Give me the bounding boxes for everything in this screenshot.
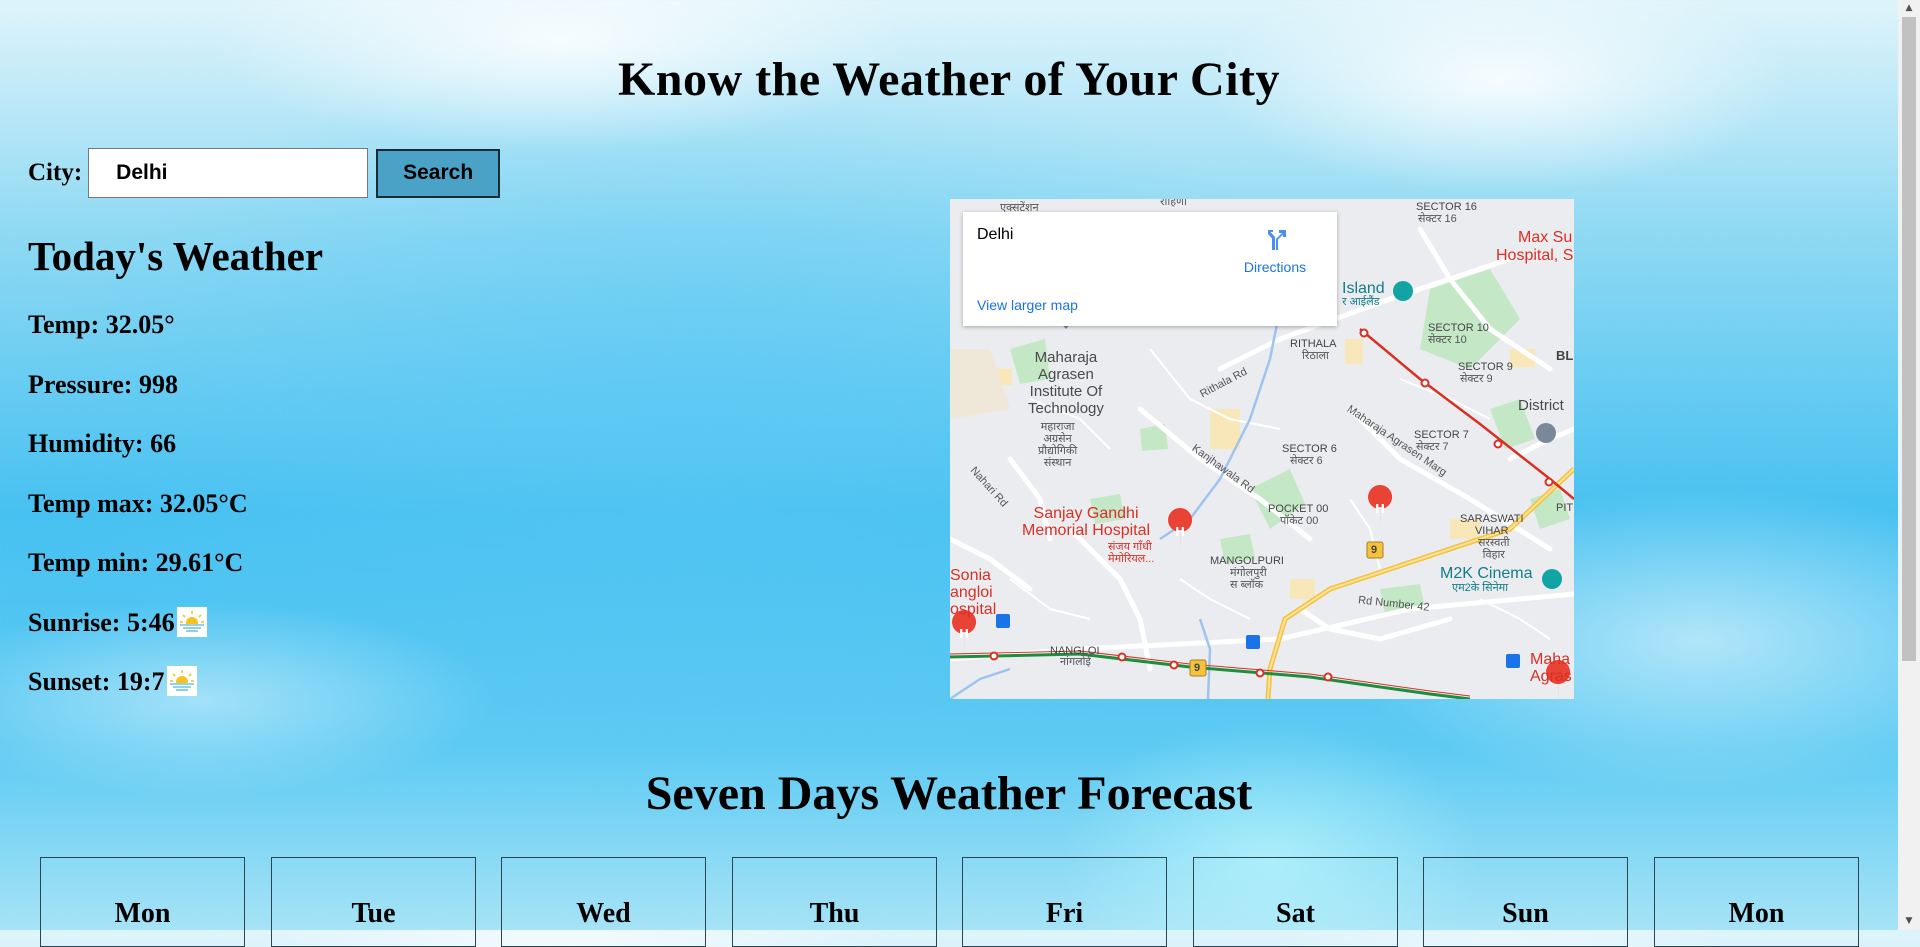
temp-stat: Temp: 32.05° (28, 310, 175, 339)
day-name: Mon (114, 898, 171, 929)
todays-weather-heading: Today's Weather (28, 233, 324, 279)
day-name: Tue (351, 898, 396, 929)
map-label: पॉकेट 00 (1280, 515, 1319, 527)
map-label: District (1518, 397, 1564, 414)
forecast-day-card: Wed (501, 857, 706, 947)
forecast-day-card: Mon (40, 857, 245, 947)
map-label: SECTOR 7 (1414, 429, 1469, 441)
map-label: SECTOR 16 (1416, 201, 1477, 213)
city-label: City: (28, 159, 83, 186)
map-label: रोहिणी (1160, 199, 1187, 208)
map-label: SARASWATI VIHAR (1460, 513, 1524, 537)
scrollbar-thumb[interactable] (1902, 17, 1916, 661)
forecast-day-card: Thu (732, 857, 937, 947)
weather-page: Know the Weather of Your City City: Sear… (0, 0, 1898, 947)
svg-text:H: H (1375, 502, 1385, 516)
vertical-scrollbar[interactable]: ▲ ▼ (1898, 0, 1920, 930)
day-name: Sat (1276, 898, 1315, 929)
sunrise-icon (176, 606, 207, 637)
humidity-stat: Humidity: 66 (28, 429, 177, 458)
map-label: Maharaja Agrasen Institute Of Technology (1028, 349, 1104, 417)
directions-icon (1235, 226, 1315, 257)
map-label: मंगोलपुरी स ब्लॉक (1230, 567, 1267, 591)
map-info-card: Delhi Directions View larger map (963, 212, 1337, 326)
sunset-row: Sunset: 19:7 (28, 666, 248, 727)
scroll-up-arrow-icon[interactable]: ▲ (1898, 0, 1920, 17)
svg-text:H: H (959, 627, 969, 641)
map-label: Maha (1530, 651, 1571, 668)
city-search-form: City: Search (28, 148, 501, 198)
temp-max-stat: Temp max: 32.05°C (28, 488, 248, 518)
day-name: Sun (1502, 898, 1549, 929)
city-input[interactable] (88, 148, 369, 198)
map-place-name: Delhi (977, 226, 1014, 243)
map-label: र आईलैंड (1342, 296, 1380, 308)
embedded-map[interactable]: H H H एक्सटेंशन रोहिणी SECTOR 16 सेक्टर … (950, 199, 1574, 699)
forecast-day-card: Sun (1423, 857, 1628, 947)
map-label: Agras (1530, 668, 1572, 685)
map-label: रिठाला (1302, 350, 1329, 362)
map-label: SECTOR 6 (1282, 443, 1337, 455)
day-name: Mon (1728, 898, 1785, 929)
map-label: Sanjay Gandhi Memorial Hospital (1022, 505, 1151, 539)
map-label: सेक्टर 6 (1290, 455, 1323, 467)
sunset-icon (166, 666, 197, 696)
map-label: M2K Cinema (1440, 565, 1533, 582)
search-button[interactable]: Search (376, 148, 501, 198)
map-label: BL (1556, 348, 1574, 363)
day-name: Fri (1045, 898, 1084, 929)
forecast-day-card: Tue (271, 857, 476, 947)
map-label: RITHALA (1290, 338, 1337, 350)
map-label: नांगलोई (1060, 656, 1091, 668)
map-label: Sonia angloi ospital (950, 567, 997, 618)
map-label: Island (1342, 280, 1385, 297)
forecast-day-card: Sat (1193, 857, 1398, 947)
map-label: सरस्वती विहार (1478, 537, 1510, 561)
sunrise-stat: Sunrise: 5:46 (28, 607, 175, 637)
forecast-heading: Seven Days Weather Forecast (645, 767, 1253, 820)
route-shield: 9 (1371, 544, 1378, 556)
route-shield: 9 (1194, 662, 1201, 674)
map-label: POCKET 00 (1268, 503, 1329, 515)
svg-text:H: H (1175, 525, 1185, 539)
map-label: PIT (1556, 502, 1574, 514)
directions-link[interactable]: Directions (1235, 226, 1315, 275)
todays-weather-stats: Temp: 32.05° Pressure: 998 Humidity: 66 … (28, 310, 248, 727)
scroll-down-arrow-icon[interactable]: ▼ (1898, 913, 1920, 930)
map-label: सेक्टर 10 (1428, 334, 1467, 346)
day-name: Thu (809, 898, 860, 929)
page-title: Know the Weather of Your City (617, 53, 1281, 106)
map-label: SECTOR 10 (1428, 322, 1489, 334)
map-label: एम2के सिनेमा (1452, 582, 1509, 594)
map-label: सेक्टर 9 (1460, 373, 1493, 385)
map-label: SECTOR 9 (1458, 361, 1513, 373)
forecast-day-card: Fri (962, 857, 1167, 947)
directions-label: Directions (1243, 259, 1307, 275)
map-label: सेक्टर 16 (1418, 213, 1457, 225)
view-larger-map-link[interactable]: View larger map (977, 297, 1078, 313)
day-name: Wed (576, 898, 631, 929)
map-label: महाराजा अग्रसेन प्रौद्योगिकी संस्थान (1038, 421, 1078, 469)
pressure-stat: Pressure: 998 (28, 369, 178, 399)
map-label: Hospital, S (1496, 247, 1574, 264)
map-label: Max Su (1518, 229, 1573, 246)
forecast-day-card: Mon (1654, 857, 1859, 947)
map-label: संजय गाँधी मेमोरियल... (1108, 541, 1155, 565)
sunset-stat: Sunset: 19:7 (28, 667, 165, 696)
temp-min-stat: Temp min: 29.61°C (28, 548, 244, 577)
sunrise-row: Sunrise: 5:46 (28, 606, 248, 668)
map-label: MANGOLPURI (1210, 555, 1284, 567)
